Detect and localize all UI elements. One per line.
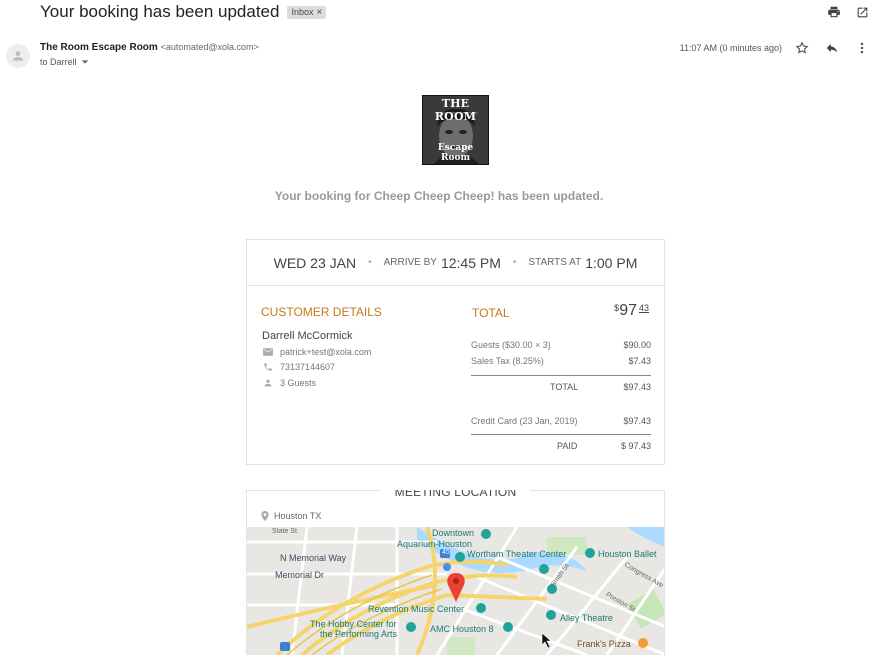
booking-card: WED 23 JAN • ARRIVE BY 12:45 PM • STARTS…	[246, 239, 665, 465]
map-label-hobby2: the Performing Arts	[320, 629, 398, 639]
sender-line: The Room Escape Room <automated@xola.com…	[40, 42, 259, 53]
location-title-wrap: MEETING LOCATION	[247, 490, 664, 501]
map-label-i45: 45	[442, 549, 450, 556]
map-label-state: State St	[272, 528, 297, 535]
company-logo: THE ROOM Escape Room	[422, 95, 489, 165]
map-label-revention: Revention Music Center	[368, 604, 465, 614]
inbox-label-chip[interactable]: Inbox ×	[287, 5, 327, 19]
email-subject: Your booking has been updated Inbox ×	[40, 2, 327, 22]
meeting-location-card: MEETING LOCATION Houston TX State St N M…	[246, 490, 665, 655]
mail-icon	[263, 348, 273, 356]
starts-time: 1:00 PM	[585, 254, 638, 271]
paid-value: $ 97.43	[620, 441, 651, 451]
divider	[471, 375, 651, 376]
map-label-aquarium: Aquarium-Houston	[397, 539, 473, 549]
subtotal-value: $97.43	[623, 382, 651, 392]
chevron-down-icon[interactable]	[81, 58, 89, 66]
map-label-franks: Frank's Pizza	[577, 639, 631, 649]
payment-label: Credit Card (23 Jan, 2019)	[471, 416, 578, 426]
booking-date-row: WED 23 JAN • ARRIVE BY 12:45 PM • STARTS…	[247, 240, 664, 286]
map-label-alley: Alley Theatre	[560, 613, 613, 623]
paid-label: PAID	[557, 441, 578, 451]
total-cents: 43	[638, 303, 649, 313]
remove-label-icon[interactable]: ×	[317, 7, 323, 18]
message-actions: 11:07 AM (0 minutes ago)	[680, 40, 870, 56]
total-title: TOTAL	[472, 306, 510, 320]
separator-dot: •	[512, 257, 517, 268]
line-item-tax: Sales Tax (8.25%) $7.43	[471, 356, 651, 366]
arrive-label: ARRIVE BY	[383, 257, 437, 268]
inbox-label-text: Inbox	[291, 7, 314, 17]
line-item-label: Guests ($30.00 × 3)	[471, 340, 551, 350]
line-item-guests: Guests ($30.00 × 3) $90.00	[471, 340, 651, 350]
map-label-hobby1: The Hobby Center for	[310, 619, 397, 629]
recipient-text: to Darrell	[40, 57, 77, 67]
map-label-memorial-way: N Memorial Way	[280, 553, 347, 563]
location-map[interactable]: State St N Memorial Way Memorial Dr Down…	[247, 527, 664, 655]
customer-phone[interactable]: 73137144607	[280, 362, 335, 372]
customer-email[interactable]: patrick+test@xola.com	[280, 347, 371, 357]
location-address-row: Houston TX	[261, 511, 321, 521]
pin-icon	[261, 511, 269, 521]
booking-headline: Your booking for Cheep Cheep Cheep! has …	[274, 189, 604, 203]
person-icon	[264, 379, 272, 387]
map-label-ballet: Houston Ballet	[598, 549, 657, 559]
map-label-wortham: Wortham Theater Center	[467, 549, 567, 559]
top-toolbar	[826, 4, 870, 20]
map-label-memorial-dr: Memorial Dr	[275, 570, 325, 580]
location-title: MEETING LOCATION	[380, 490, 531, 499]
open-in-new-icon[interactable]	[854, 4, 870, 20]
customer-details-title: CUSTOMER DETAILS	[261, 305, 382, 319]
divider	[471, 434, 651, 435]
subject-text: Your booking has been updated	[40, 2, 280, 21]
logo-bottom-text: Escape Room	[437, 143, 474, 163]
location-address: Houston TX	[274, 511, 322, 521]
phone-icon	[264, 363, 272, 371]
map-label-amc: AMC Houston 8	[430, 624, 494, 634]
more-vert-icon[interactable]	[854, 40, 870, 56]
customer-email-row: patrick+test@xola.com	[263, 347, 371, 357]
payment-value: $97.43	[623, 416, 651, 426]
print-icon[interactable]	[826, 4, 842, 20]
arrive-time: 12:45 PM	[440, 254, 501, 271]
sender-avatar	[6, 44, 30, 68]
sender-address: <automated@xola.com>	[160, 42, 259, 52]
line-item-label: Sales Tax (8.25%)	[471, 356, 544, 366]
reply-icon[interactable]	[824, 40, 840, 56]
message-time: 11:07 AM (0 minutes ago)	[679, 43, 782, 53]
line-item-value: $90.00	[623, 340, 651, 350]
starts-label: STARTS AT	[528, 257, 582, 268]
customer-name: Darrell McCormick	[262, 330, 353, 342]
total-dollars: 97	[619, 302, 637, 319]
subtotal-label: TOTAL	[550, 382, 579, 392]
total-amount: $ 97 43	[614, 302, 649, 320]
customer-phone-row: 73137144607	[263, 362, 335, 372]
star-icon[interactable]	[794, 40, 810, 56]
customer-guests-row: 3 Guests	[263, 378, 316, 388]
customer-guests: 3 Guests	[280, 378, 317, 388]
payment-row: Credit Card (23 Jan, 2019) $97.43	[471, 416, 651, 426]
map-label-downtown: Downtown	[432, 528, 475, 538]
line-item-value: $7.43	[628, 356, 651, 366]
logo-top-text: THE ROOM	[434, 97, 477, 123]
booking-date: WED 23 JAN	[273, 254, 357, 271]
recipient-line[interactable]: to Darrell	[40, 57, 89, 67]
sender-name: The Room Escape Room	[40, 42, 158, 53]
separator-dot: •	[368, 257, 372, 268]
